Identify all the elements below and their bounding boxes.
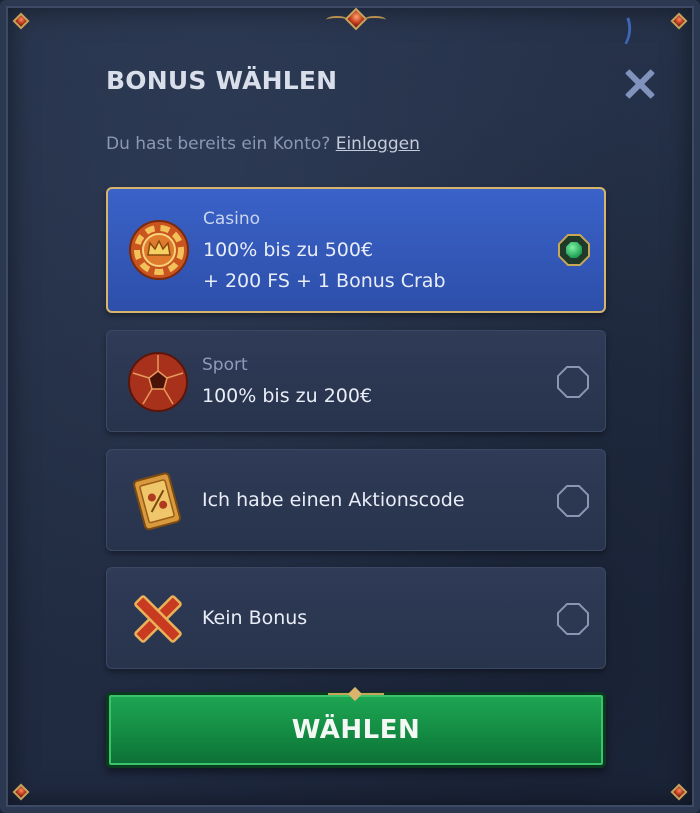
option-subtitle: Sport [202,355,248,375]
login-prompt: Du hast bereits ein Konto? Einloggen [106,134,420,154]
soccer-ball-icon [128,352,188,412]
bonus-option-none[interactable]: Kein Bonus [106,567,606,669]
close-icon[interactable] [620,64,660,104]
login-link[interactable]: Einloggen [336,134,420,154]
bonus-option-sport[interactable]: Sport 100% bis zu 200€ [106,330,606,432]
corner-ornament [664,777,694,807]
corner-ornament [6,777,36,807]
casino-chip-icon [129,220,189,280]
submit-button[interactable]: WÄHLEN [106,692,606,768]
dialog-title: BONUS WÄHLEN [106,66,338,95]
bonus-option-promo-code[interactable]: Ich habe einen Aktionscode [106,449,606,551]
corner-ornament [664,6,694,36]
cross-icon [134,595,182,643]
option-line1: Kein Bonus [202,607,308,629]
option-line2: + 200 FS + 1 Bonus Crab [203,270,446,292]
option-line1: 100% bis zu 500€ [203,239,374,261]
radio-icon[interactable] [557,485,589,517]
option-subtitle: Casino [203,209,261,229]
radio-selected-icon[interactable] [558,234,590,266]
radio-icon[interactable] [557,603,589,635]
bonus-dialog: BONUS WÄHLEN Du hast bereits ein Konto? … [0,0,700,813]
option-line1: Ich habe einen Aktionscode [202,489,465,511]
option-line1: 100% bis zu 200€ [202,385,373,407]
login-prompt-text: Du hast bereits ein Konto? [106,134,331,154]
bonus-option-casino[interactable]: Casino 100% bis zu 500€ + 200 FS + 1 Bon… [106,187,606,313]
button-ornament [328,686,384,702]
ticket-icon [133,472,181,531]
top-gem-ornament [324,6,388,34]
radio-icon[interactable] [557,366,589,398]
decorative-stroke [586,17,641,63]
corner-ornament [6,6,36,36]
